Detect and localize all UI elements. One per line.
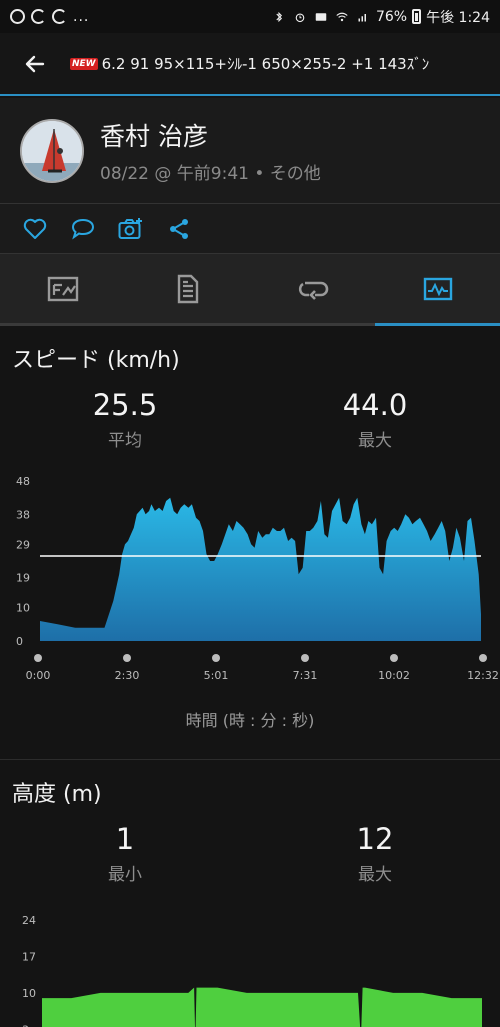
elevation-min-label: 最小 <box>108 865 142 885</box>
speed-y-tick-label: 38 <box>16 508 30 521</box>
elevation-series-area <box>42 987 482 1027</box>
alarm-icon <box>295 12 305 22</box>
elevation-stats: 1 最小 12 最大 <box>0 822 500 885</box>
elevation-y-tick-label: 24 <box>22 914 36 927</box>
summary-icon <box>47 276 78 301</box>
speed-average: 25.5 平均 <box>0 388 250 451</box>
speed-x-tick-label: 2:30 <box>115 669 140 682</box>
elevation-title: 高度 (m) <box>12 782 102 807</box>
elevation-section: 高度 (m) 1 最小 12 最大 3 10 17 24 <box>0 776 500 1027</box>
app-bar: NEW 6.2 91 95×115+ｼﾙ-1 650×255-2 +1 143ｽ… <box>0 33 500 96</box>
laps-icon <box>298 281 328 300</box>
clock: 午後 1:24 <box>426 9 490 26</box>
add-photo-button[interactable] <box>118 216 144 242</box>
elevation-min-value: 1 <box>115 822 135 856</box>
new-badge: NEW <box>70 57 98 70</box>
elevation-y-tick-label: 17 <box>22 950 36 963</box>
speed-x-tick-label: 5:01 <box>204 669 229 682</box>
elevation-y-tick-label: 10 <box>22 987 36 1000</box>
elevation-max: 12 最大 <box>250 822 500 885</box>
sync-icon <box>31 9 46 24</box>
speed-x-tick-dot <box>123 654 131 662</box>
speed-average-value: 25.5 <box>92 388 158 422</box>
speed-x-tick-label: 10:02 <box>378 669 410 682</box>
speed-max: 44.0 最大 <box>250 388 500 451</box>
elevation-min: 1 最小 <box>0 822 250 885</box>
tab-charts[interactable] <box>375 254 500 326</box>
location-icon <box>10 9 25 24</box>
speed-y-tick-label: 10 <box>16 602 30 615</box>
heart-icon <box>23 218 47 239</box>
elevation-chart[interactable]: 3 10 17 24 <box>0 895 500 1027</box>
tab-details[interactable] <box>125 254 250 326</box>
speed-max-value: 44.0 <box>342 388 408 422</box>
wifi-icon <box>336 12 348 21</box>
speed-y-tick-label: 0 <box>16 635 23 648</box>
charts-panel[interactable]: スピード (km/h) 25.5 平均 44.0 最大 0 10 19 29 38 48 0… <box>0 326 500 1027</box>
share-icon <box>170 218 188 239</box>
social-actions-bar <box>0 204 500 254</box>
owner-name[interactable]: 香村 治彦 <box>100 117 321 153</box>
speed-x-tick-dot <box>301 654 309 662</box>
battery-percent: 76% <box>375 8 408 25</box>
battery-icon <box>412 9 422 24</box>
comment-button[interactable] <box>70 216 96 242</box>
speed-y-tick-label: 48 <box>16 475 30 488</box>
back-button[interactable] <box>0 32 70 95</box>
more-notifications-icon: ... <box>73 8 90 25</box>
speed-y-tick-label: 29 <box>16 538 30 551</box>
camera-add-icon <box>118 217 142 239</box>
tab-summary[interactable] <box>0 254 125 326</box>
back-arrow-icon <box>25 55 45 72</box>
speed-x-tick-dot <box>34 654 42 662</box>
speed-average-label: 平均 <box>108 431 142 451</box>
speed-max-label: 最大 <box>358 431 392 451</box>
activity-date-meta: 08/22 @ 午前9:41 • その他 <box>100 164 321 184</box>
sync-icon-2 <box>52 9 67 24</box>
speed-x-tick-dot <box>212 654 220 662</box>
elevation-max-value: 12 <box>356 822 394 856</box>
details-icon <box>177 274 198 303</box>
status-bar: ... 76% 午後 1:24 <box>0 0 500 33</box>
speed-stats: 25.5 平均 44.0 最大 <box>0 388 500 451</box>
like-button[interactable] <box>22 216 48 242</box>
speed-title: スピード (km/h) <box>12 348 180 373</box>
speed-x-tick-label: 7:31 <box>293 669 318 682</box>
volte-icon <box>315 12 327 21</box>
charts-icon <box>423 277 452 300</box>
avatar[interactable] <box>20 118 84 183</box>
share-button[interactable] <box>166 216 192 242</box>
speed-section: スピード (km/h) 25.5 平均 44.0 最大 0 10 19 29 38 48 0… <box>0 342 500 731</box>
speed-x-tick-dot <box>479 654 487 662</box>
speed-x-tick-label: 12:32 <box>467 669 499 682</box>
speed-y-tick-label: 19 <box>16 572 30 585</box>
speed-x-tick-dot <box>390 654 398 662</box>
speed-x-axis-label: 時間 (時 : 分 : 秒) <box>185 711 315 730</box>
comment-icon <box>71 218 95 239</box>
activity-title-text: 6.2 91 95×115+ｼﾙ-1 650×255-2 +1 143ｽﾞﾝ <box>101 55 430 73</box>
speed-chart[interactable]: 0 10 19 29 38 48 0:00 2:30 5:01 7:31 10:02 12:32 <box>0 463 500 693</box>
bluetooth-icon <box>276 11 283 22</box>
tab-laps[interactable] <box>250 254 375 326</box>
elevation-max-label: 最大 <box>358 865 392 885</box>
activity-tabs <box>0 254 500 326</box>
speed-series-area <box>40 497 481 641</box>
speed-x-tick-label: 0:00 <box>26 669 51 682</box>
activity-owner-header: 香村 治彦 08/22 @ 午前9:41 • その他 <box>0 98 500 204</box>
avatar-image <box>22 120 82 181</box>
signal-icon <box>358 13 366 21</box>
activity-title: NEW 6.2 91 95×115+ｼﾙ-1 650×255-2 +1 143ｽ… <box>70 53 429 74</box>
elevation-y-tick-label: 3 <box>22 1023 29 1027</box>
